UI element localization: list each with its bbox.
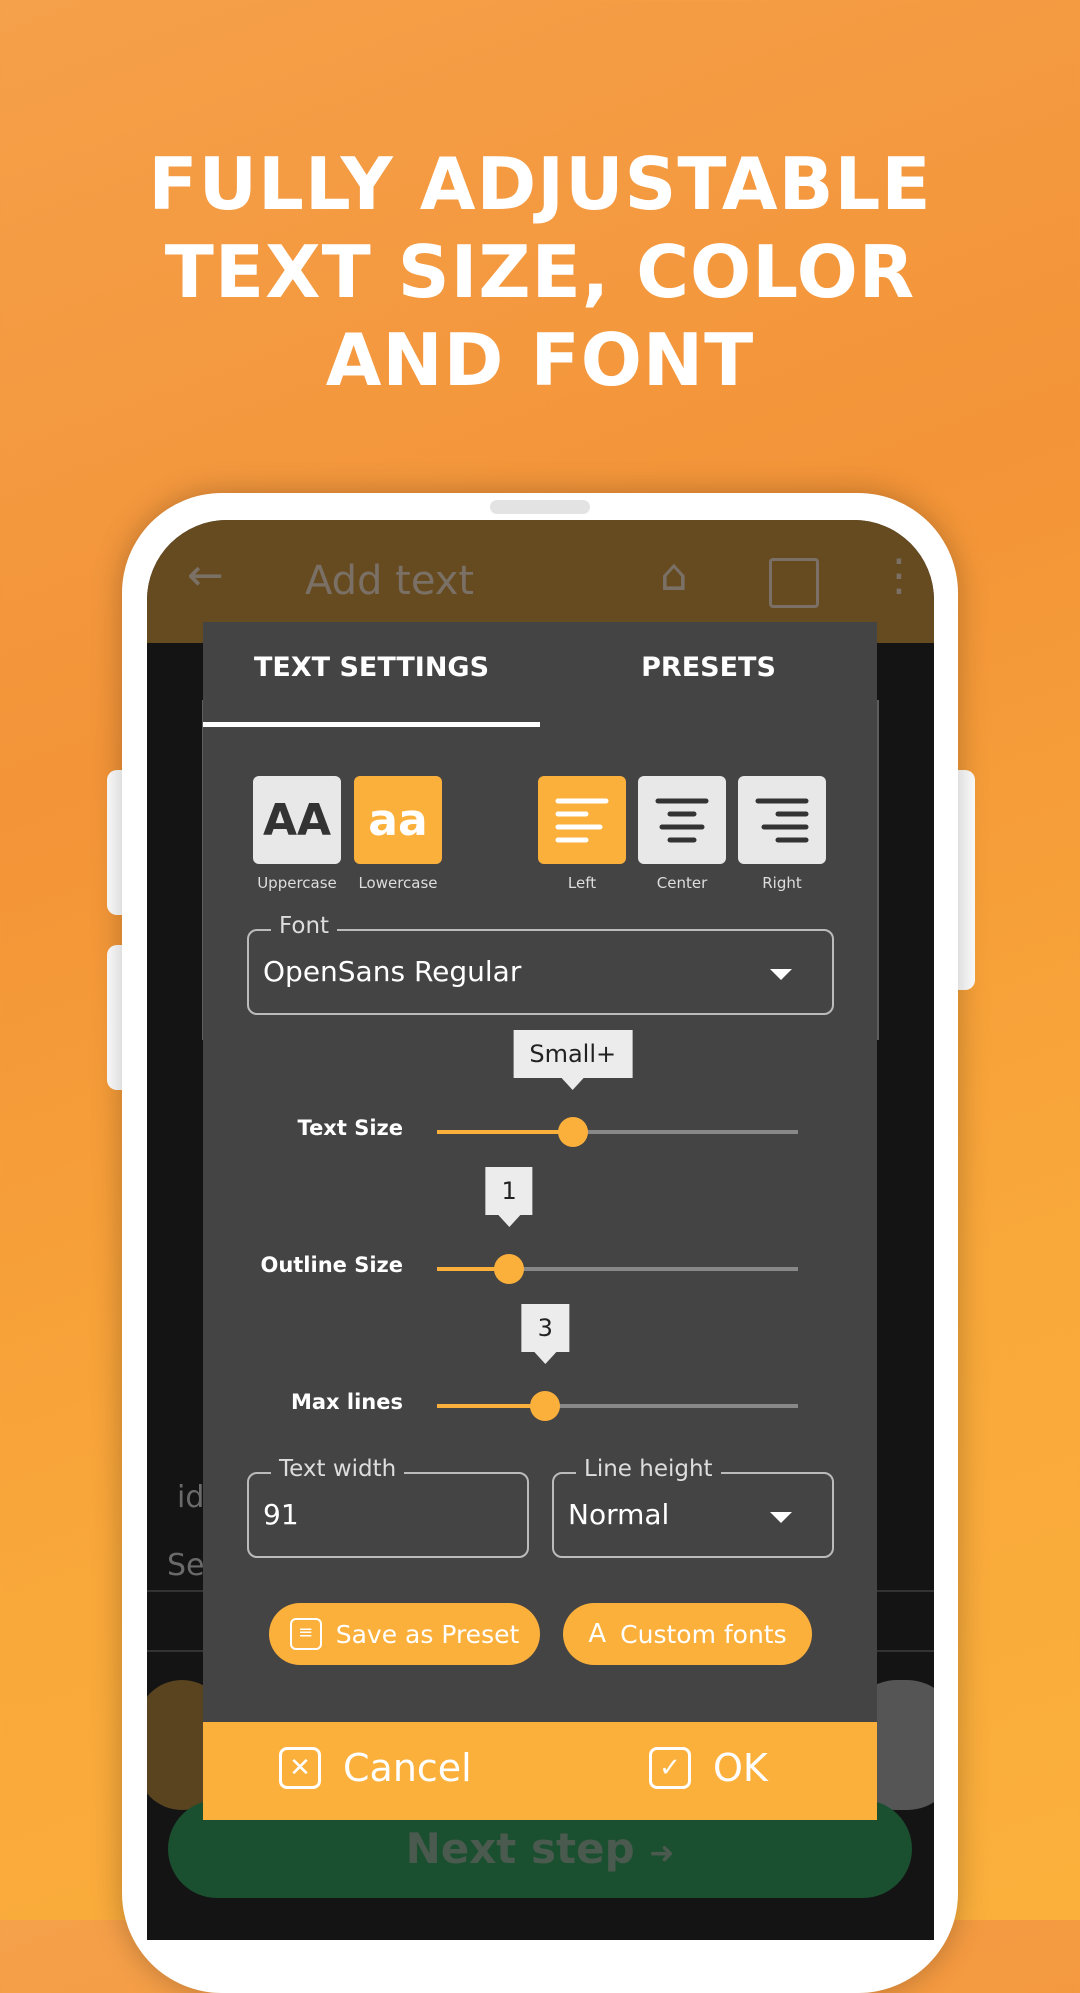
lowercase-icon: aa [368, 794, 428, 846]
custom-font-icon: A [588, 1619, 607, 1649]
line-height-select[interactable]: Line height Normal [552, 1456, 834, 1558]
align-center-icon [655, 798, 709, 843]
arrow-right-box-icon: ➜ [649, 1836, 675, 1871]
align-right-button[interactable] [738, 776, 826, 864]
slider[interactable]: Small+ [437, 1030, 798, 1147]
cancel-label: Cancel [343, 1746, 472, 1790]
next-step-label: Next step [405, 1824, 635, 1873]
align-left-icon [555, 798, 609, 843]
headline: FULLY ADJUSTABLE TEXT SIZE, COLOR AND FO… [0, 140, 1080, 404]
slider-fill [437, 1130, 573, 1134]
align-center-button[interactable] [638, 776, 726, 864]
slider-value-tooltip: Small+ [513, 1030, 633, 1090]
save-preset-icon: ≡ [289, 1618, 322, 1650]
line-height-value: Normal [568, 1498, 670, 1531]
dropdown-caret-icon [770, 969, 792, 980]
text-width-label: Text width [271, 1456, 405, 1482]
slider[interactable]: 1 [437, 1167, 798, 1284]
cancel-button[interactable]: ✕ Cancel [279, 1746, 472, 1790]
slider-thumb[interactable] [557, 1117, 588, 1147]
dialog-action-bar: ✕ Cancel ✓ OK [203, 1722, 877, 1820]
headline-line: TEXT SIZE, COLOR [164, 230, 916, 314]
tablet-icon[interactable] [769, 558, 819, 608]
check-box-icon: ✓ [649, 1747, 691, 1789]
ok-button[interactable]: ✓ OK [649, 1746, 768, 1790]
app-title: Add text [305, 558, 475, 604]
align-center-label: Center [656, 874, 708, 892]
font-value: OpenSans Regular [263, 955, 522, 988]
lowercase-button[interactable]: aa [354, 776, 442, 864]
dropdown-caret-icon [770, 1512, 792, 1523]
slider-label: Text Size [297, 1116, 403, 1140]
align-left-label: Left [567, 874, 597, 892]
ok-label: OK [713, 1746, 768, 1790]
text-width-value: 91 [263, 1498, 299, 1531]
headline-line: FULLY ADJUSTABLE [148, 142, 932, 226]
align-right-icon [755, 798, 809, 843]
ghost-text: id [177, 1480, 205, 1515]
phone-speaker [490, 500, 590, 514]
slider-fill [437, 1404, 546, 1408]
slider-thumb[interactable] [530, 1391, 561, 1421]
uppercase-icon: AA [262, 794, 332, 846]
arrow-left-icon[interactable]: ← [187, 550, 224, 601]
line-height-label: Line height [576, 1456, 721, 1482]
more-vert-icon[interactable]: ⋮ [877, 550, 921, 601]
text-width-input[interactable]: Text width 91 [247, 1456, 529, 1558]
slider-value-tooltip: 3 [521, 1304, 569, 1364]
custom-fonts-label: Custom fonts [620, 1619, 787, 1649]
custom-fonts-button[interactable]: A Custom fonts [563, 1603, 812, 1665]
tab-presets[interactable]: PRESETS [540, 652, 877, 683]
uppercase-button[interactable]: AA [253, 776, 341, 864]
align-right-label: Right [762, 874, 802, 892]
ghost-text: Se [167, 1548, 205, 1583]
slider-value-tooltip: 1 [485, 1167, 533, 1227]
save-as-preset-label: Save as Preset [335, 1619, 520, 1649]
lowercase-label: Lowercase [358, 874, 438, 892]
align-left-button[interactable] [538, 776, 626, 864]
slider-label: Max lines [290, 1390, 403, 1414]
active-tab-indicator [203, 722, 540, 727]
headline-line: AND FONT [325, 318, 755, 402]
save-as-preset-button[interactable]: ≡ Save as Preset [269, 1603, 540, 1665]
tab-text-settings[interactable]: TEXT SETTINGS [203, 652, 540, 683]
text-settings-dialog: TEXT SETTINGS PRESETS AA Uppercase aa Lo… [203, 622, 877, 1820]
close-box-icon: ✕ [279, 1747, 321, 1789]
home-icon[interactable]: ⌂ [660, 550, 688, 601]
font-label: Font [271, 913, 338, 939]
slider[interactable]: 3 [437, 1304, 798, 1421]
slider-label: Outline Size [260, 1253, 403, 1277]
font-select[interactable]: Font OpenSans Regular [247, 913, 834, 1015]
slider-thumb[interactable] [494, 1254, 525, 1284]
uppercase-label: Uppercase [257, 874, 337, 892]
